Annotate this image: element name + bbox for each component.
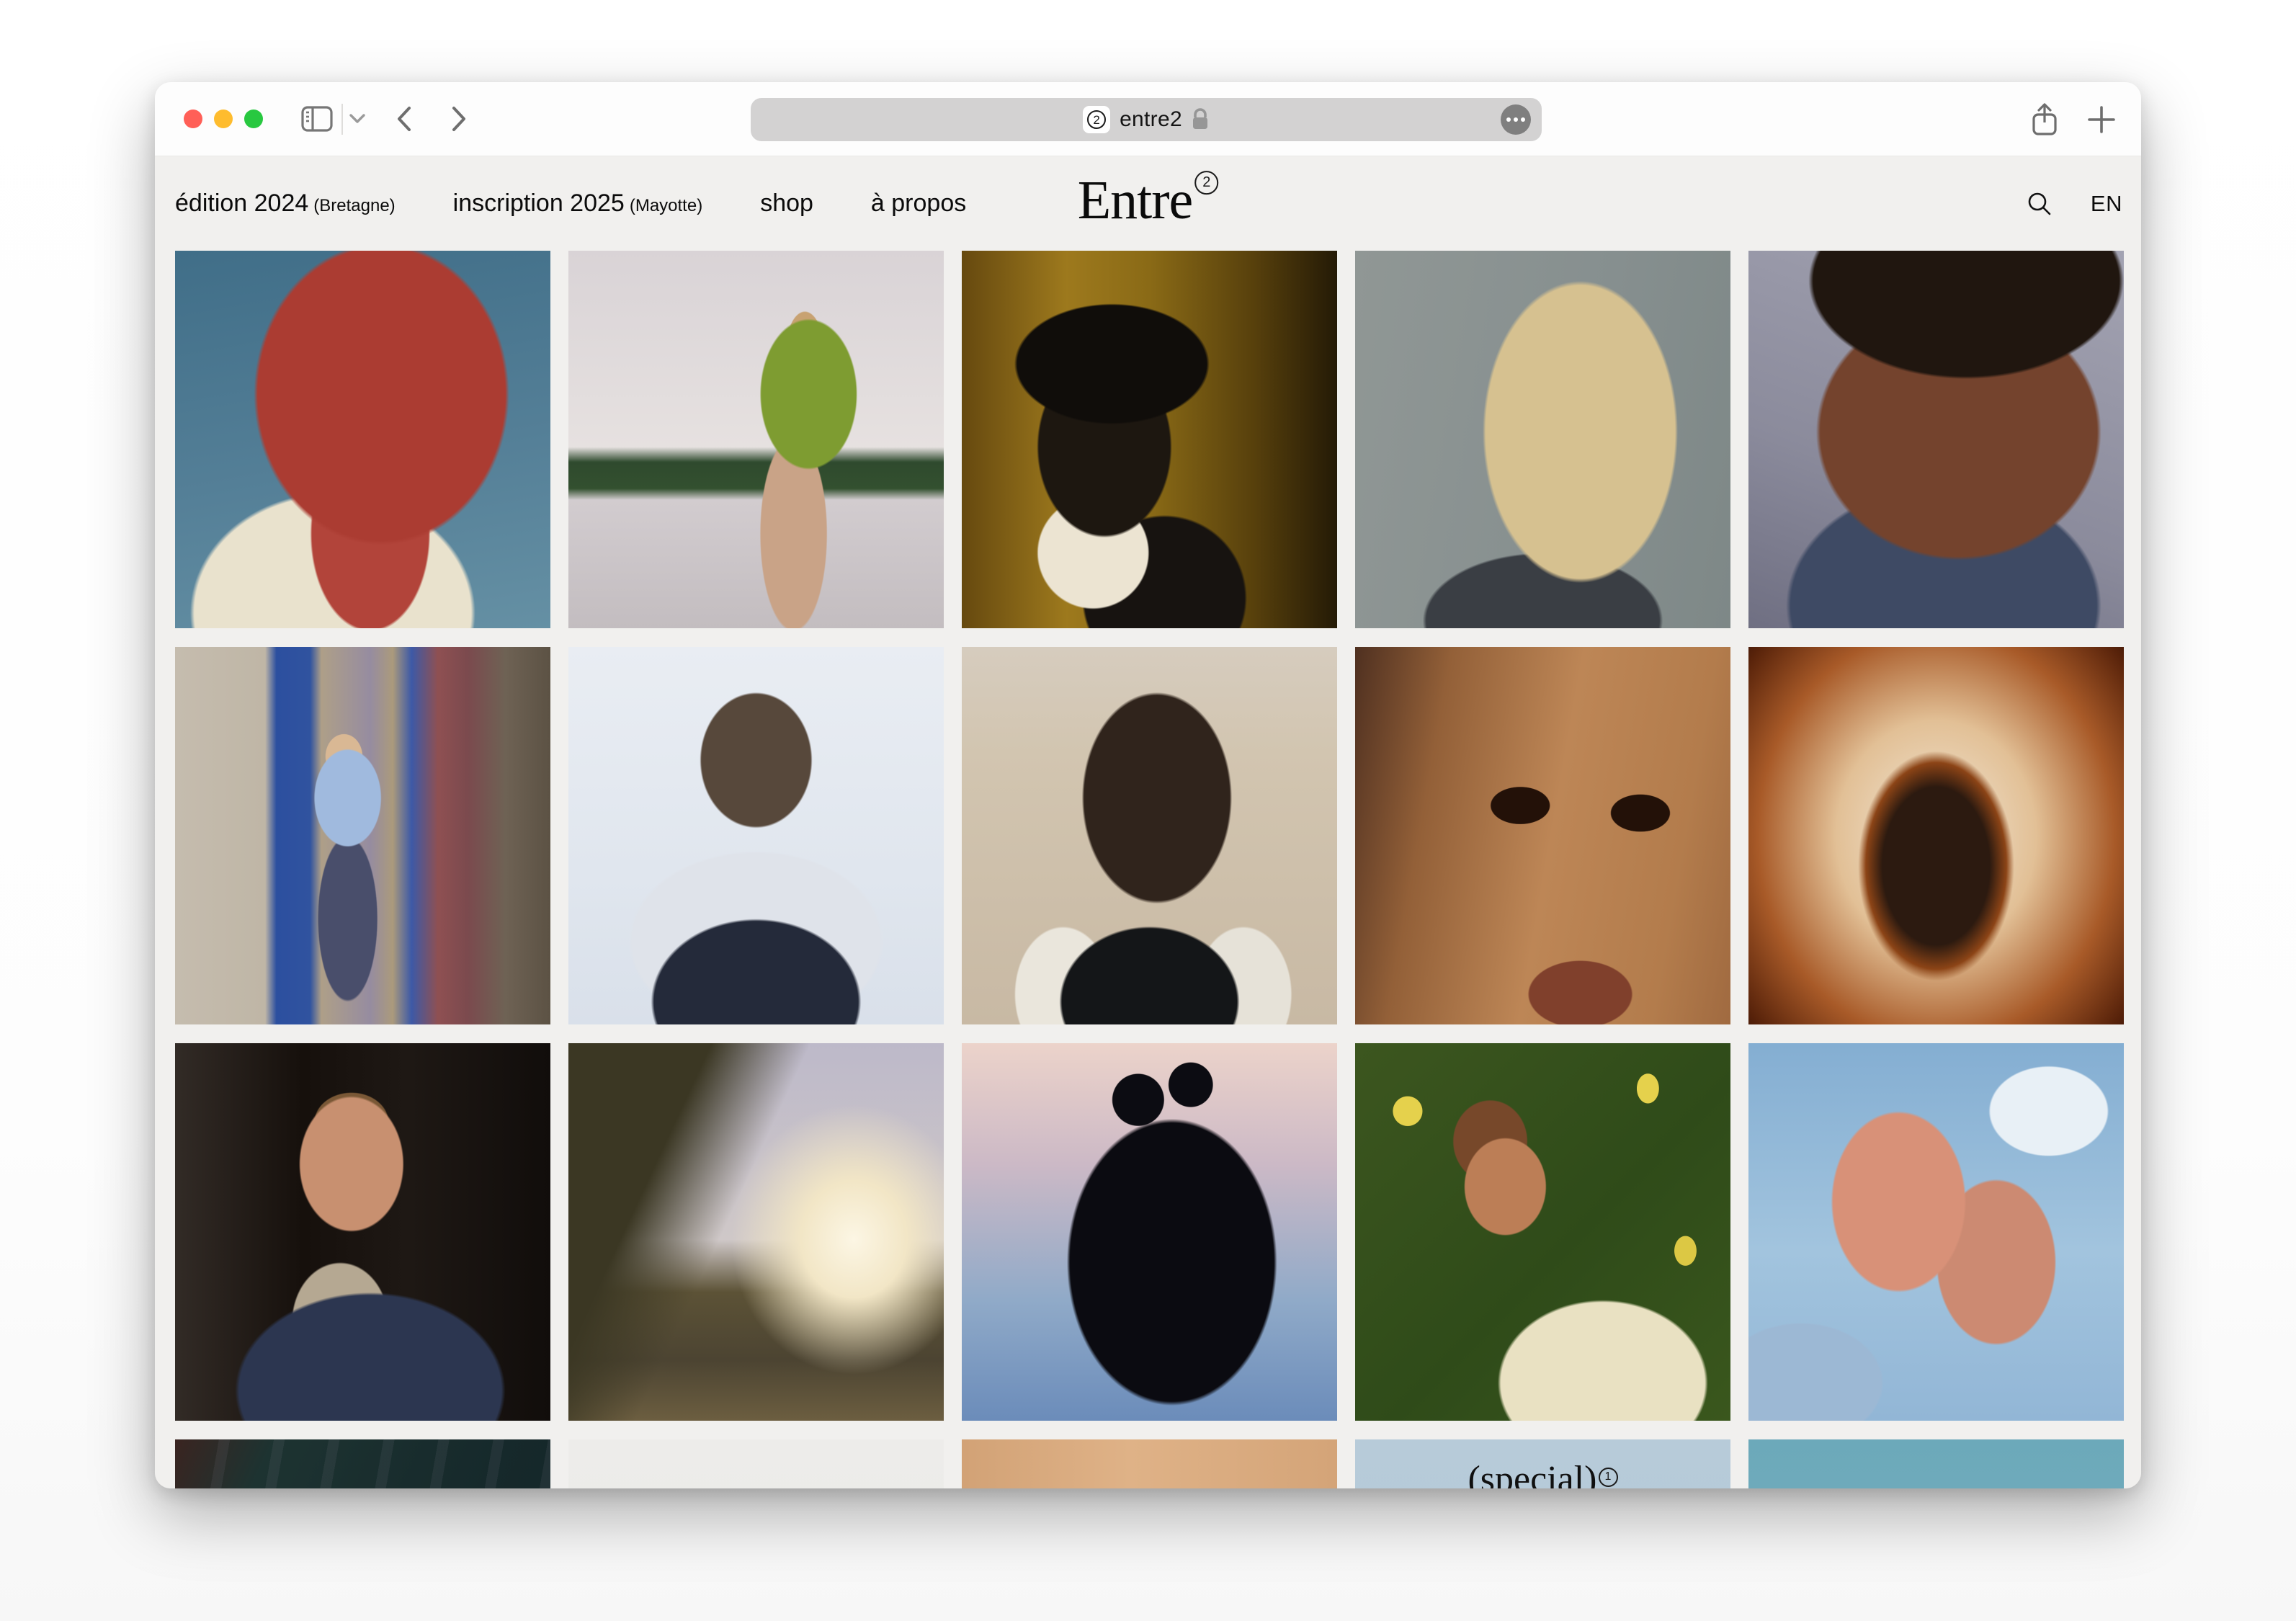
- special-text: (special): [1468, 1459, 1596, 1488]
- photo-tile-r1c1[interactable]: [175, 251, 550, 628]
- browser-toolbar: 2 entre2: [155, 82, 2141, 156]
- special-tile-label: (special)1: [1355, 1458, 1730, 1488]
- special-circled-1: 1: [1599, 1468, 1618, 1487]
- dot: [1506, 117, 1511, 122]
- desktop-background: 2 entre2: [0, 0, 2296, 1621]
- photo-tile-r1c5[interactable]: [1748, 251, 2124, 628]
- nav-item-edition-2024[interactable]: édition 2024 (Bretagne): [175, 189, 396, 218]
- chevron-left-icon: [394, 104, 414, 133]
- search-icon: [2026, 190, 2053, 218]
- photo-tile-r3c2[interactable]: [568, 1043, 944, 1421]
- forward-button[interactable]: [449, 104, 469, 133]
- chevron-down-icon: [348, 112, 367, 125]
- zoom-window-button[interactable]: [244, 110, 263, 128]
- photo-grid: (special)1: [175, 251, 2124, 1488]
- close-window-button[interactable]: [184, 110, 202, 128]
- photo-tile-r2c1[interactable]: [175, 647, 550, 1024]
- nav-label: inscription 2025: [453, 189, 625, 217]
- photo-tile-r2c5[interactable]: [1748, 647, 2124, 1024]
- photo-tile-r3c3[interactable]: [962, 1043, 1337, 1421]
- nav-item-a-propos[interactable]: à propos: [871, 189, 966, 218]
- photo-tile-r1c4[interactable]: [1355, 251, 1730, 628]
- chevron-right-icon: [449, 104, 469, 133]
- nav-item-shop[interactable]: shop: [760, 189, 813, 218]
- address-bar[interactable]: 2 entre2: [751, 98, 1542, 141]
- back-button[interactable]: [394, 104, 414, 133]
- minimize-window-button[interactable]: [214, 110, 233, 128]
- logo-circled-2: 2: [1194, 171, 1218, 195]
- photo-tile-r2c2[interactable]: [568, 647, 944, 1024]
- dot: [1521, 117, 1525, 122]
- nav-annotation: (Mayotte): [630, 196, 702, 215]
- nav-item-inscription-2025[interactable]: inscription 2025 (Mayotte): [453, 189, 703, 218]
- photo-tile-r2c3[interactable]: [962, 647, 1337, 1024]
- share-button[interactable]: [2029, 102, 2060, 138]
- url-text: entre2: [1120, 107, 1182, 132]
- toolbar-divider: [341, 104, 343, 135]
- nav-annotation: (Bretagne): [313, 196, 395, 215]
- dot: [1514, 117, 1518, 122]
- sidebar-icon: [300, 104, 334, 134]
- sidebar-menu-chevron[interactable]: [348, 112, 367, 125]
- new-tab-button[interactable]: [2087, 105, 2116, 134]
- photo-tile-r4c3[interactable]: [962, 1439, 1337, 1488]
- safari-window: 2 entre2: [155, 82, 2141, 1488]
- photo-tile-r3c5[interactable]: [1748, 1043, 2124, 1421]
- lock-icon: [1191, 108, 1210, 131]
- share-icon: [2029, 102, 2060, 138]
- site-logo[interactable]: Entre 2: [1078, 169, 1219, 232]
- site-favicon: 2: [1083, 106, 1110, 133]
- language-toggle[interactable]: EN: [2091, 191, 2122, 217]
- nav-label: à propos: [871, 189, 966, 217]
- photo-tile-r3c1[interactable]: [175, 1043, 550, 1421]
- plus-icon: [2087, 105, 2116, 134]
- nav-label: édition 2024: [175, 189, 308, 217]
- nav-right: EN: [2026, 190, 2122, 218]
- search-button[interactable]: [2026, 190, 2053, 218]
- window-controls: [184, 110, 263, 128]
- photo-tile-r2c4[interactable]: [1355, 647, 1730, 1024]
- photo-tile-r4c5[interactable]: [1748, 1439, 2124, 1488]
- logo-text: Entre: [1078, 169, 1193, 232]
- site-navigation: édition 2024 (Bretagne) inscription 2025 (…: [155, 156, 2141, 251]
- photo-tile-special[interactable]: (special)1: [1355, 1439, 1730, 1488]
- webpage: édition 2024 (Bretagne) inscription 2025 (…: [155, 156, 2141, 1488]
- favicon-circled-2: 2: [1087, 110, 1106, 129]
- nav-label: shop: [760, 189, 813, 217]
- page-settings-button[interactable]: [1501, 104, 1531, 135]
- sidebar-toggle-button[interactable]: [300, 104, 334, 134]
- nav-links: édition 2024 (Bretagne) inscription 2025 (…: [175, 156, 966, 251]
- photo-tile-r4c1[interactable]: [175, 1439, 550, 1488]
- photo-tile-r4c2[interactable]: [568, 1439, 944, 1488]
- photo-tile-r1c3[interactable]: [962, 251, 1337, 628]
- photo-tile-r1c2[interactable]: [568, 251, 944, 628]
- photo-tile-r3c4[interactable]: [1355, 1043, 1730, 1421]
